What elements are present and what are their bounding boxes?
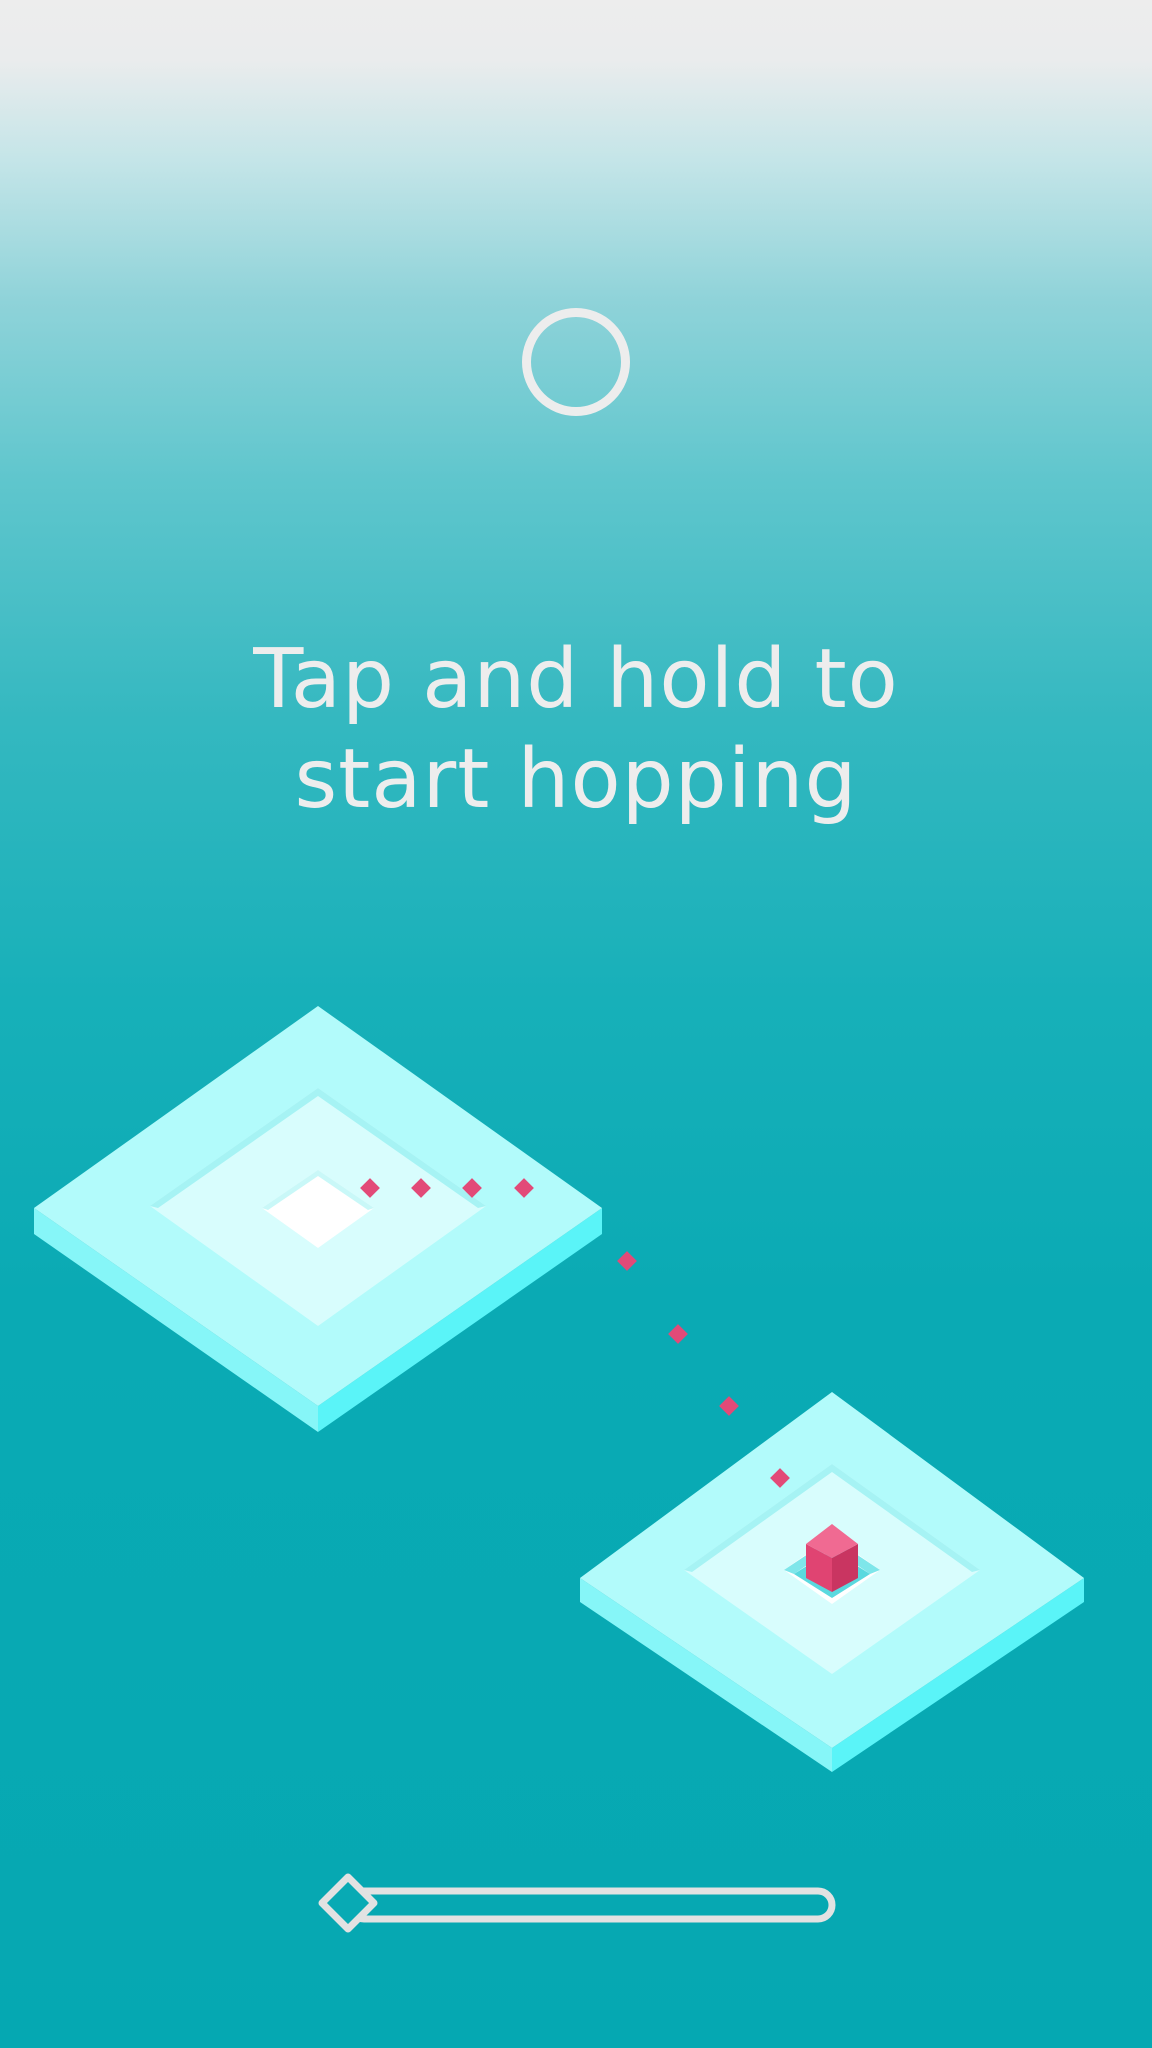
trail-dot	[719, 1396, 739, 1416]
trail-dot	[668, 1324, 688, 1344]
progress-track	[346, 1887, 836, 1923]
trail-dot	[617, 1251, 637, 1271]
game-scene[interactable]	[0, 0, 1152, 2048]
platform-start	[34, 1006, 602, 1432]
progress-slider	[318, 1873, 836, 1933]
